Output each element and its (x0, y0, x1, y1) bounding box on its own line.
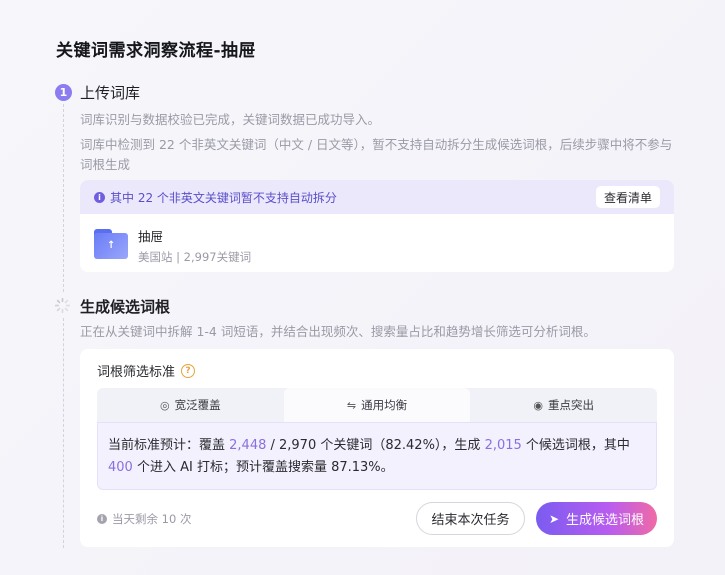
send-icon: ➤ (548, 511, 560, 526)
stats-prefix: 当前标准预计：覆盖 (108, 438, 230, 453)
generate-roots-button[interactable]: ➤ 生成候选词根 (536, 502, 657, 535)
loading-spinner-icon (54, 297, 71, 314)
covered-count: 2,448 (229, 438, 267, 453)
tab-focused[interactable]: ◉ 重点突出 (470, 388, 657, 422)
warning-bar: i 其中 22 个非英文关键词暂不支持自动拆分 查看清单 (80, 180, 674, 214)
step-connector (63, 318, 64, 548)
info-icon: i (94, 191, 105, 203)
warning-text: 其中 22 个非英文关键词暂不支持自动拆分 (110, 190, 337, 205)
tab-broad-coverage[interactable]: ◎ 宽泛覆盖 (97, 388, 284, 422)
uploaded-file: ↑ 抽屉 美国站 | 2,997关键词 (94, 226, 251, 265)
tab-balanced[interactable]: ⇋ 通用均衡 (283, 388, 471, 422)
step-connector (63, 104, 64, 292)
ai-count: 400 (108, 460, 133, 475)
tab-label: 重点突出 (547, 398, 594, 412)
remaining-quota: i 当天剩余 10 次 (97, 511, 191, 527)
sliders-icon: ⇋ (346, 398, 357, 412)
criteria-title: 词根筛选标准 ? (97, 361, 196, 380)
file-name: 抽屉 (138, 229, 164, 244)
signal-icon: ◎ (160, 398, 170, 412)
non-english-warning-card: i 其中 22 个非英文关键词暂不支持自动拆分 查看清单 ↑ 抽屉 美国站 | … (80, 180, 674, 272)
step1-desc-complete: 词库识别与数据校验已完成，关键词数据已成功导入。 (80, 112, 381, 127)
file-meta: 美国站 | 2,997关键词 (138, 250, 252, 264)
info-icon: i (97, 514, 107, 524)
step2-title: 生成候选词根 (80, 298, 171, 316)
step1-desc-detected: 词库中检测到 22 个非英文关键词（中文 / 日文等），暂不支持自动拆分生成候选… (80, 137, 673, 172)
page-title: 关键词需求洞察流程-抽屉 (56, 41, 257, 61)
remaining-text: 当天剩余 10 次 (112, 512, 192, 526)
tab-label: 宽泛覆盖 (174, 398, 221, 412)
generate-button-label: 生成候选词根 (566, 513, 645, 528)
target-icon: ◉ (533, 398, 543, 412)
step-number-badge: 1 (55, 84, 72, 101)
folder-upload-icon: ↑ (94, 229, 128, 259)
stats-mid2: 个候选词根，其中 (521, 438, 630, 453)
criteria-tabs: ◎ 宽泛覆盖 ⇋ 通用均衡 ◉ 重点突出 (97, 388, 657, 422)
view-list-button[interactable]: 查看清单 (595, 186, 660, 208)
stats-mid1: / 2,970 个关键词（82.42%），生成 (266, 438, 485, 453)
stats-suffix: 个进入 AI 打标；预计覆盖搜索量 87.13%。 (132, 460, 394, 475)
end-task-button[interactable]: 结束本次任务 (416, 502, 525, 535)
step1-title: 上传词库 (80, 84, 141, 102)
help-icon[interactable]: ? (181, 363, 196, 378)
generated-count: 2,015 (484, 438, 522, 453)
tab-label: 通用均衡 (361, 398, 408, 412)
criteria-card: 词根筛选标准 ? ◎ 宽泛覆盖 ⇋ 通用均衡 ◉ 重点突出 当前标准预计：覆盖 … (80, 349, 674, 547)
criteria-title-text: 词根筛选标准 (97, 365, 176, 380)
criteria-estimate: 当前标准预计：覆盖 2,448 / 2,970 个关键词（82.42%），生成 … (97, 422, 657, 490)
step2-desc: 正在从关键词中拆解 1-4 词短语，并结合出现频次、搜索量占比和趋势增长筛选可分… (80, 324, 596, 339)
